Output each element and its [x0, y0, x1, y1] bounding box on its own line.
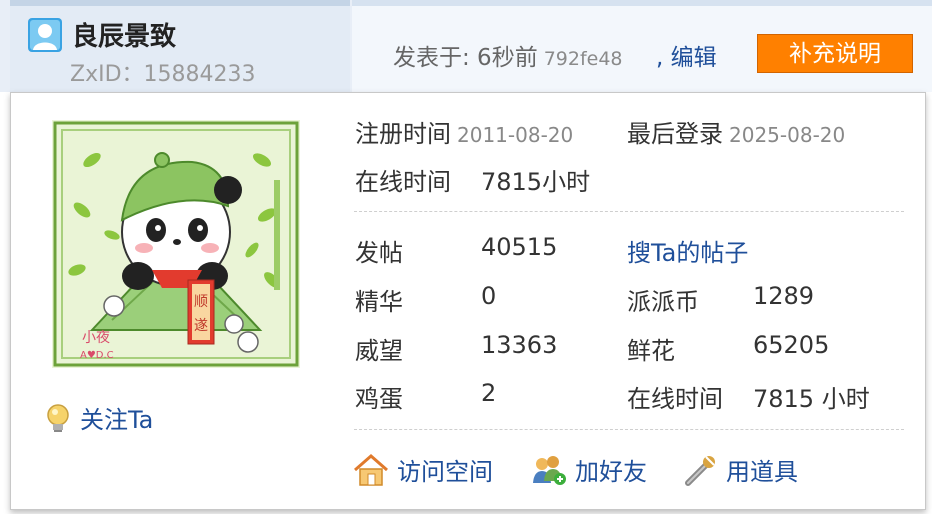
posts-label: 发帖	[355, 239, 403, 267]
user-icon	[28, 18, 62, 52]
home-icon	[354, 453, 388, 486]
post-hash: 792fe48	[543, 48, 623, 70]
last-login: 最后登录 2025-08-20	[627, 114, 845, 149]
svg-text:遂: 遂	[194, 318, 208, 334]
author-zxid: ZxID：15884233	[70, 62, 256, 87]
add-friend-label[interactable]: 加好友	[575, 458, 647, 486]
svg-text:A♥D.C: A♥D.C	[80, 350, 114, 361]
svg-text:小夜: 小夜	[82, 330, 110, 346]
last-login-label: 最后登录	[627, 120, 723, 148]
avatar-image[interactable]: 顺 遂 小夜 A♥D.C	[52, 120, 300, 368]
stats-online-label: 在线时间	[627, 385, 723, 413]
use-item-link[interactable]: 用道具	[684, 452, 798, 487]
divider-top	[354, 211, 904, 212]
digest-value: 0	[481, 282, 497, 310]
edit-link[interactable]: , 编辑	[656, 38, 717, 72]
eggs-value: 2	[481, 379, 497, 407]
coins-value: 1289	[753, 282, 815, 310]
author-username[interactable]: 良辰景致	[72, 16, 176, 53]
post-time-text: 发表于: 6秒前	[393, 45, 538, 71]
register-time-label: 注册时间	[355, 120, 451, 148]
flowers-value: 65205	[753, 331, 830, 359]
prestige-value: 13363	[481, 331, 558, 359]
coins-label: 派派币	[627, 288, 699, 316]
register-time: 注册时间 2011-08-20	[355, 114, 573, 149]
online-time-label: 在线时间	[355, 168, 451, 196]
divider-bottom	[354, 429, 904, 430]
eggs-label: 鸡蛋	[355, 385, 403, 413]
register-time-value: 2011-08-20	[457, 123, 574, 147]
search-posts-link[interactable]: 搜Ta的帖子	[627, 233, 748, 268]
add-friend-link[interactable]: 加好友	[531, 452, 647, 487]
lightbulb-icon	[47, 403, 69, 432]
online-time-value: 7815小时	[481, 168, 591, 196]
supplement-button[interactable]: 补充说明	[757, 34, 913, 73]
stats-online-value: 7815 小时	[753, 385, 870, 413]
use-item-label[interactable]: 用道具	[726, 458, 798, 486]
visit-space-label[interactable]: 访问空间	[397, 458, 493, 486]
last-login-value: 2025-08-20	[729, 123, 846, 147]
posts-value: 40515	[481, 233, 558, 261]
add-friend-icon	[533, 455, 566, 485]
flowers-label: 鲜花	[627, 337, 675, 365]
tool-icon	[685, 455, 715, 486]
visit-space-link[interactable]: 访问空间	[353, 452, 493, 487]
follow-link[interactable]: 关注Ta	[44, 400, 153, 435]
svg-text:顺: 顺	[194, 294, 208, 310]
follow-label[interactable]: 关注Ta	[80, 406, 153, 434]
digest-label: 精华	[355, 288, 403, 316]
prestige-label: 威望	[355, 337, 403, 365]
post-time: 发表于: 6秒前 792fe48	[393, 38, 623, 72]
